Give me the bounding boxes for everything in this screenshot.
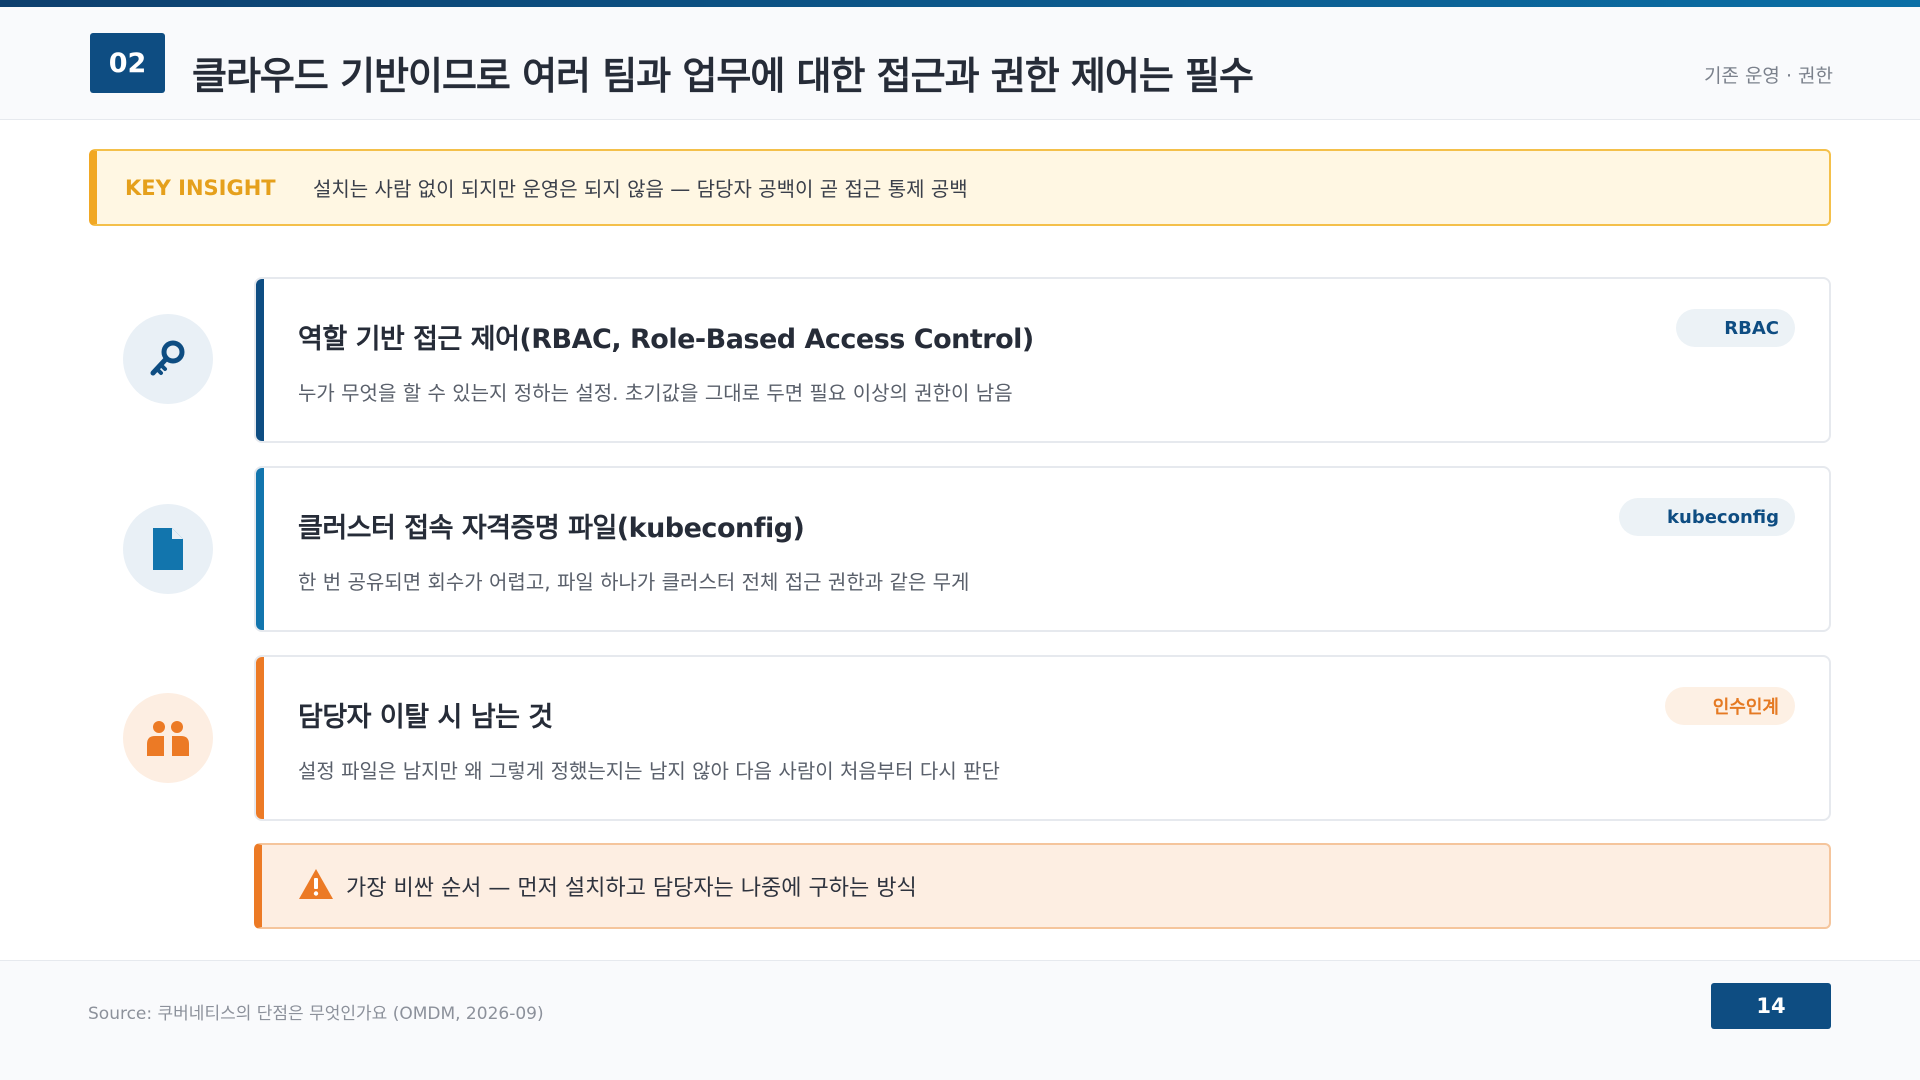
card-handover: 담당자 이탈 시 남는 것 설정 파일은 남지만 왜 그렇게 정했는지는 남지 …	[254, 655, 1831, 821]
card-title: 역할 기반 접근 제어(RBAC, Role-Based Access Cont…	[298, 324, 1034, 355]
people-icon	[123, 693, 213, 783]
section-number-badge: 02	[90, 33, 165, 93]
file-icon	[123, 504, 213, 594]
warning-callout: 가장 비싼 순서 — 먼저 설치하고 담당자는 나중에 구하는 방식	[254, 843, 1831, 929]
card-accent-bar	[256, 279, 264, 441]
card-accent-bar	[256, 657, 264, 819]
card-badge: RBAC	[1676, 309, 1795, 347]
slide-header: 02 클라우드 기반이므로 여러 팀과 업무에 대한 접근과 권한 제어는 필수…	[0, 7, 1920, 120]
header-category-tag: 기존 운영 · 권한	[1703, 65, 1833, 87]
card-badge: 인수인계	[1664, 687, 1795, 725]
key-insight-text: 설치는 사람 없이 되지만 운영은 되지 않음 — 담당자 공백이 곧 접근 통…	[313, 177, 968, 201]
card-rbac: 역할 기반 접근 제어(RBAC, Role-Based Access Cont…	[254, 277, 1831, 443]
warning-icon	[298, 868, 334, 904]
key-insight-banner: KEY INSIGHT 설치는 사람 없이 되지만 운영은 되지 않음 — 담당…	[89, 149, 1831, 226]
card-kubeconfig: 클러스터 접속 자격증명 파일(kubeconfig) 한 번 공유되면 회수가…	[254, 466, 1831, 632]
card-badge: kubeconfig	[1619, 498, 1795, 536]
page-title: 클라우드 기반이므로 여러 팀과 업무에 대한 접근과 권한 제어는 필수	[192, 54, 1254, 98]
top-accent-bar	[0, 0, 1920, 7]
source-citation: Source: 쿠버네티스의 단점은 무엇인가요 (OMDM, 2026-09)	[88, 1004, 544, 1024]
card-accent-bar	[256, 468, 264, 630]
page-number: 14	[1711, 983, 1831, 1029]
card-description: 한 번 공유되면 회수가 어렵고, 파일 하나가 클러스터 전체 접근 권한과 …	[298, 570, 970, 594]
card-title: 담당자 이탈 시 남는 것	[298, 702, 553, 733]
slide-footer: Source: 쿠버네티스의 단점은 무엇인가요 (OMDM, 2026-09)…	[0, 960, 1920, 1080]
card-description: 설정 파일은 남지만 왜 그렇게 정했는지는 남지 않아 다음 사람이 처음부터…	[298, 759, 1000, 783]
key-icon	[123, 314, 213, 404]
warning-text: 가장 비싼 순서 — 먼저 설치하고 담당자는 나중에 구하는 방식	[346, 876, 917, 901]
key-insight-label: KEY INSIGHT	[125, 175, 276, 200]
card-title: 클러스터 접속 자격증명 파일(kubeconfig)	[298, 513, 805, 544]
card-description: 누가 무엇을 할 수 있는지 정하는 설정. 초기값을 그대로 두면 필요 이상…	[298, 381, 1013, 405]
